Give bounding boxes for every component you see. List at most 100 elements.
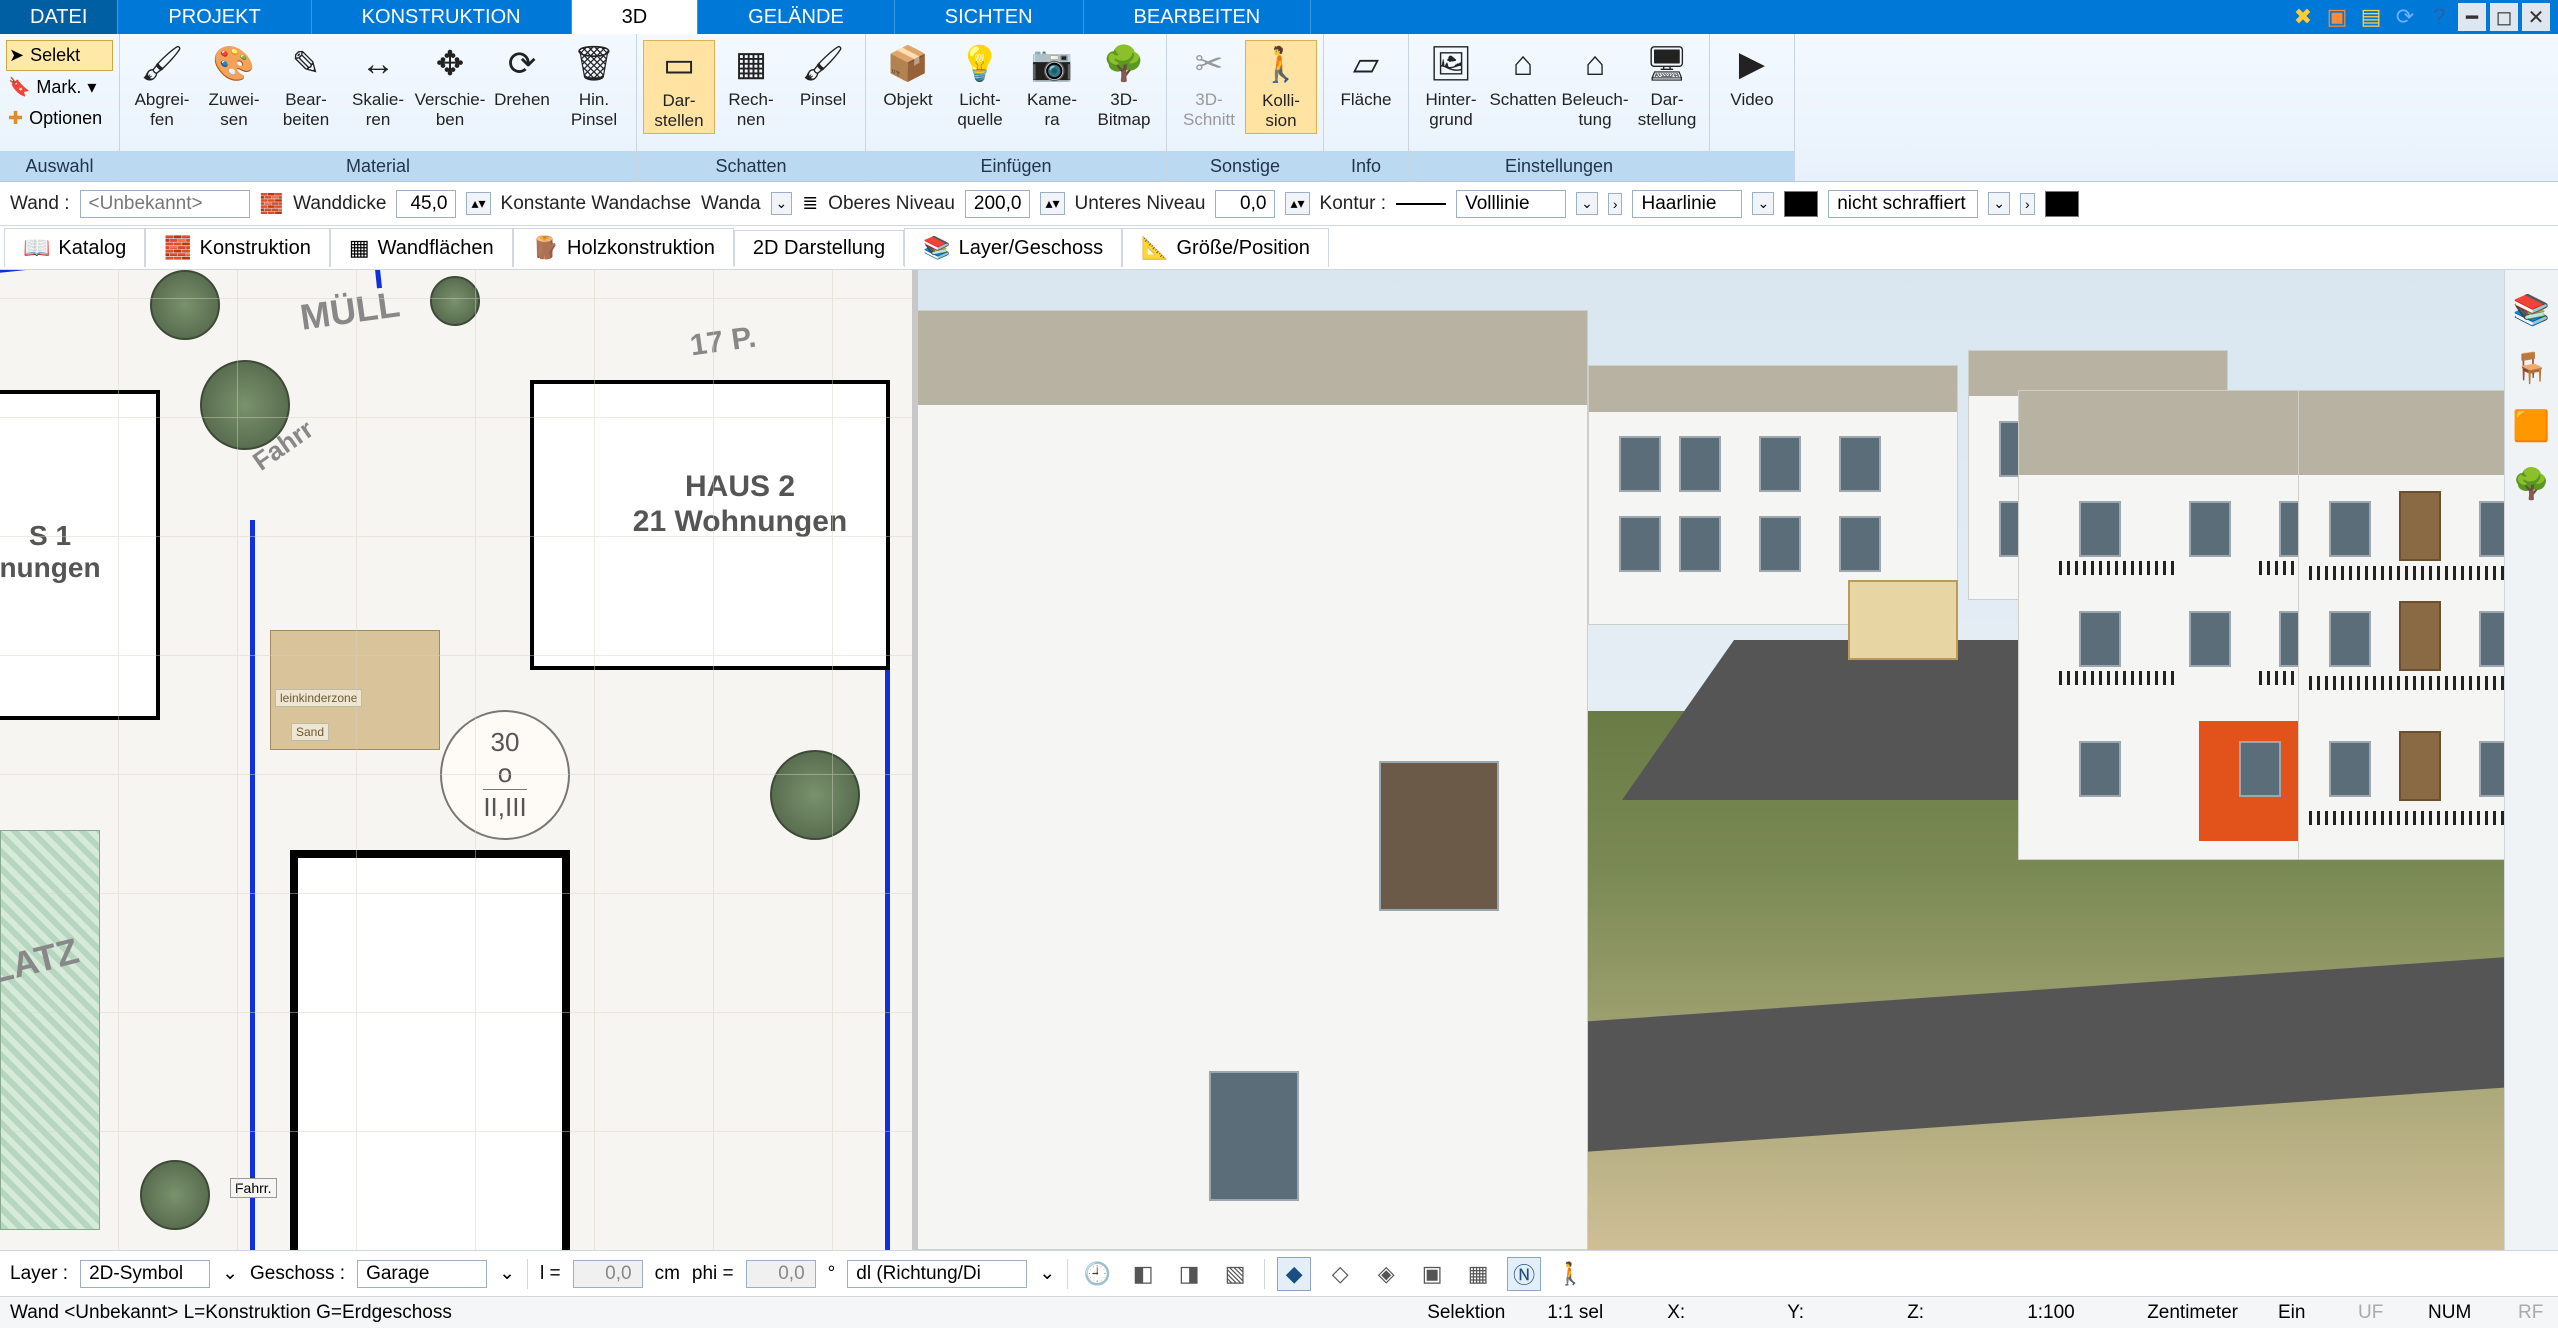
- snap2-icon[interactable]: ◇: [1323, 1257, 1357, 1291]
- grid-icon[interactable]: ▦: [1461, 1257, 1495, 1291]
- refresh-icon[interactable]: ⟳: [2390, 2, 2420, 32]
- tab-datei[interactable]: DATEI: [0, 0, 118, 34]
- tree-icon[interactable]: 🌳: [2512, 464, 2552, 504]
- unteres-input[interactable]: 0,0: [1215, 190, 1275, 218]
- palette-icon[interactable]: 🟧: [2512, 406, 2552, 446]
- ribbon-item-video[interactable]: ▶Video: [1716, 40, 1788, 112]
- sandbox-area: leinkinderzone Sand: [270, 630, 440, 750]
- snap3-icon[interactable]: ◈: [1369, 1257, 1403, 1291]
- wand-select[interactable]: <Unbekannt>: [80, 190, 250, 218]
- wanddicke-label: Wanddicke: [293, 193, 386, 215]
- wanda-chevron[interactable]: ⌄: [771, 192, 793, 215]
- clipboard-icon[interactable]: ▤: [2356, 2, 2386, 32]
- ribbon-item-label1: 3D-: [1195, 90, 1222, 110]
- ribbon-item-pinsel[interactable]: 🖌Pinsel: [787, 40, 859, 112]
- dl-chevron[interactable]: ⌄: [1039, 1262, 1055, 1285]
- tools-icon[interactable]: ✖: [2288, 2, 2318, 32]
- tab-gelaende[interactable]: GELÄNDE: [698, 0, 895, 34]
- snap4-icon[interactable]: ▣: [1415, 1257, 1449, 1291]
- tooltab-layergeschoss[interactable]: 📚Layer/Geschoss: [904, 228, 1122, 267]
- l-input[interactable]: 0,0: [573, 1260, 643, 1288]
- schraff-chevron[interactable]: ⌄: [1988, 192, 2010, 215]
- viewport-2d[interactable]: MÜLL 17 P. LATZ Fahrr HAUS 2 21 Wohnunge…: [0, 270, 918, 1250]
- ribbon-item-darstellen[interactable]: ▭Dar-stellen: [643, 40, 715, 134]
- geschoss-select[interactable]: Garage: [357, 1260, 487, 1288]
- oberes-stepper[interactable]: ▴▾: [1040, 192, 1064, 215]
- ribbon-icon: ⟳: [500, 42, 544, 86]
- snap1-icon[interactable]: ◆: [1277, 1257, 1311, 1291]
- ribbon-item-hintergrund[interactable]: 🖼Hinter-grund: [1415, 40, 1487, 132]
- layer-select[interactable]: 2D-Symbol: [80, 1260, 210, 1288]
- ribbon-item-bearbeiten[interactable]: ✎Bear-beiten: [270, 40, 342, 132]
- selekt-button[interactable]: ➤Selekt: [6, 40, 113, 71]
- ribbon-item-flche[interactable]: ▱Fläche: [1330, 40, 1402, 112]
- package-icon[interactable]: ▣: [2322, 2, 2352, 32]
- tab-3d[interactable]: 3D: [572, 0, 699, 34]
- viewport-3d[interactable]: [918, 270, 2504, 1250]
- layer-chevron[interactable]: ⌄: [222, 1262, 238, 1285]
- schraff-select[interactable]: nicht schraffiert: [1828, 190, 1978, 218]
- cube2-icon[interactable]: ◨: [1172, 1257, 1206, 1291]
- person-icon[interactable]: 🚶: [1553, 1257, 1587, 1291]
- linie-chevron[interactable]: ⌄: [1576, 192, 1598, 215]
- tab-konstruktion[interactable]: KONSTRUKTION: [312, 0, 572, 34]
- tooltab-konstruktion[interactable]: 🧱Konstruktion: [145, 228, 330, 267]
- tooltab-katalog[interactable]: 📖Katalog: [4, 228, 145, 267]
- tab-projekt[interactable]: PROJEKT: [118, 0, 311, 34]
- tooltab-wandflchen[interactable]: ▦Wandflächen: [330, 228, 513, 267]
- layers-icon[interactable]: 📚: [2512, 290, 2552, 330]
- tooltab-holzkonstruktion[interactable]: 🪵Holzkonstruktion: [513, 228, 734, 267]
- haar-chevron[interactable]: ⌄: [1752, 192, 1774, 215]
- tooltab-greposition[interactable]: 📐Größe/Position: [1122, 228, 1329, 267]
- ribbon-item-kollision[interactable]: 🚶Kolli-sion: [1245, 40, 1317, 134]
- linie-more[interactable]: ›: [1608, 193, 1623, 215]
- unteres-stepper[interactable]: ▴▾: [1285, 192, 1309, 215]
- ribbon-item-objekt[interactable]: 📦Objekt: [872, 40, 944, 112]
- ribbon-item-lichtquelle[interactable]: 💡Licht-quelle: [944, 40, 1016, 132]
- ribbon-item-drehen[interactable]: ⟳Drehen: [486, 40, 558, 112]
- tooltab-ddarstellung[interactable]: 2D Darstellung: [734, 230, 904, 266]
- wanda-label: Wanda: [701, 193, 761, 215]
- ribbon-item-zuweisen[interactable]: 🎨Zuwei-sen: [198, 40, 270, 132]
- phi-input[interactable]: 0,0: [746, 1260, 816, 1288]
- wanddicke-input[interactable]: 45,0: [396, 190, 456, 218]
- ribbon-item-darstellung[interactable]: 🖥Dar-stellung: [1631, 40, 1703, 132]
- ribbon-item-rechnen[interactable]: ▦Rech-nen: [715, 40, 787, 132]
- tab-sichten[interactable]: SICHTEN: [895, 0, 1084, 34]
- optionen-button[interactable]: ✚Optionen: [6, 104, 113, 133]
- oberes-input[interactable]: 200,0: [965, 190, 1031, 218]
- wanddicke-stepper[interactable]: ▴▾: [466, 192, 490, 215]
- cube1-icon[interactable]: ◧: [1126, 1257, 1160, 1291]
- dl-select[interactable]: dl (Richtung/Di: [847, 1260, 1027, 1288]
- mark-button[interactable]: 🔖Mark.▾: [6, 73, 113, 102]
- wall-icon[interactable]: 🧱: [260, 192, 284, 216]
- furniture-icon[interactable]: 🪑: [2512, 348, 2552, 388]
- ribbon-item-beleuchtung[interactable]: ⌂Beleuch-tung: [1559, 40, 1631, 132]
- cube3-icon[interactable]: ▧: [1218, 1257, 1252, 1291]
- minimize-button[interactable]: ━: [2458, 3, 2486, 31]
- schraff-more[interactable]: ›: [2020, 193, 2035, 215]
- ribbon-item-hinpinsel[interactable]: 🗑Hin.Pinsel: [558, 40, 630, 132]
- cursor-icon: ➤: [9, 45, 24, 66]
- oberes-label: Oberes Niveau: [828, 193, 955, 215]
- level-icon[interactable]: ≣: [802, 192, 818, 215]
- linie-select[interactable]: Volllinie: [1456, 190, 1566, 218]
- schraff-color-swatch[interactable]: [2045, 191, 2079, 217]
- ribbon-item-schatten[interactable]: ⌂Schatten: [1487, 40, 1559, 112]
- ribbon-item-abgreifen[interactable]: 🖌Abgrei-fen: [126, 40, 198, 132]
- clock-icon[interactable]: 🕘: [1080, 1257, 1114, 1291]
- haarlinie-select[interactable]: Haarlinie: [1632, 190, 1742, 218]
- ribbon-item-dschnitt[interactable]: ✂3D-Schnitt: [1173, 40, 1245, 132]
- ribbon-item-kamera[interactable]: 📷Kame-ra: [1016, 40, 1088, 132]
- ribbon-item-skalieren[interactable]: ↔Skalie-ren: [342, 40, 414, 132]
- north-icon[interactable]: Ⓝ: [1507, 1257, 1541, 1291]
- ribbon-item-dbitmap[interactable]: 🌳3D-Bitmap: [1088, 40, 1160, 132]
- close-button[interactable]: ✕: [2522, 3, 2550, 31]
- tab-bearbeiten[interactable]: BEARBEITEN: [1084, 0, 1312, 34]
- help-icon[interactable]: ?: [2424, 2, 2454, 32]
- maximize-button[interactable]: ◻: [2490, 3, 2518, 31]
- kontur-color-swatch[interactable]: [1784, 191, 1818, 217]
- separator: [1264, 1259, 1265, 1289]
- geschoss-chevron[interactable]: ⌄: [499, 1262, 515, 1285]
- ribbon-item-verschieben[interactable]: ✥Verschie-ben: [414, 40, 486, 132]
